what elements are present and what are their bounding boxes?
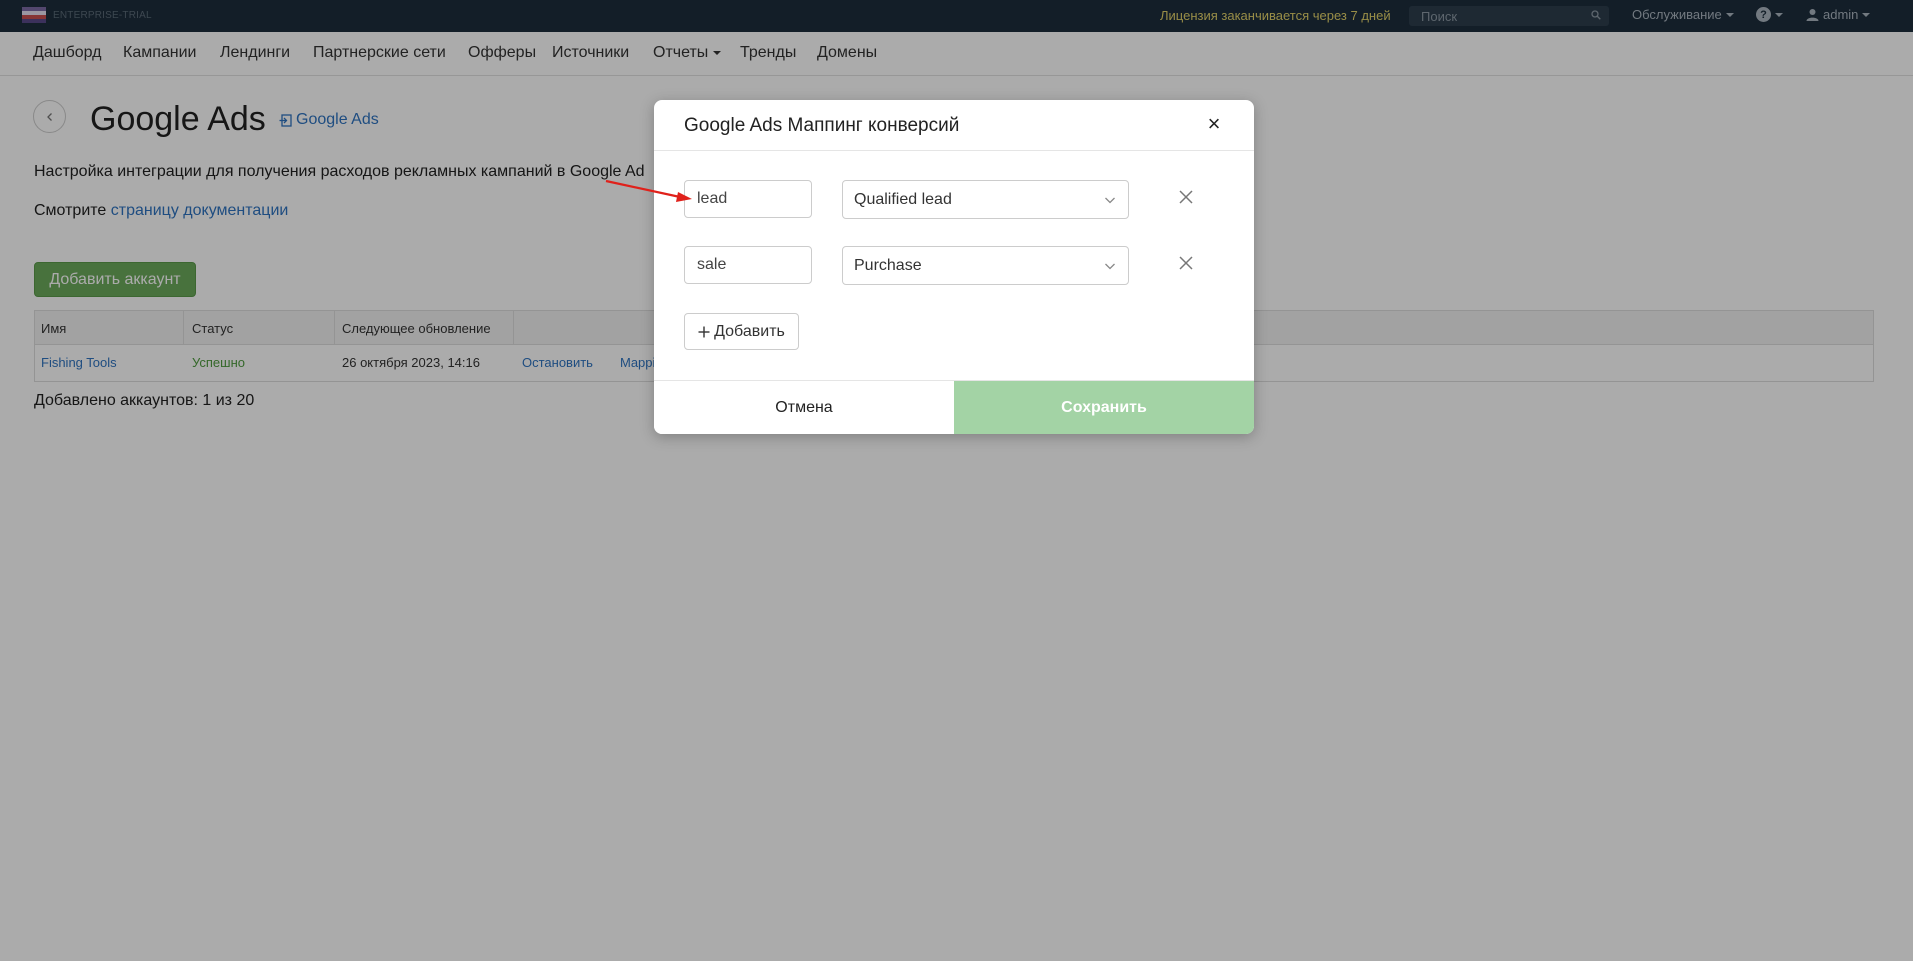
conversion-select[interactable]: Purchase [842,246,1129,285]
modal-header: Google Ads Маппинг конверсий × [654,100,1254,151]
chevron-down-icon [1105,263,1115,270]
conversion-select[interactable]: Qualified lead [842,180,1129,219]
plus-icon [698,326,710,337]
close-icon[interactable]: × [1204,113,1224,135]
mapping-row: Qualified lead [684,180,1224,220]
remove-row-icon[interactable] [1178,189,1194,205]
conversion-mapping-modal: Google Ads Маппинг конверсий × Qualified… [654,100,1254,434]
add-mapping-label: Добавить [714,322,785,340]
mapping-row: Purchase [684,246,1224,286]
modal-title: Google Ads Маппинг конверсий [684,115,960,136]
remove-row-icon[interactable] [1178,255,1194,271]
save-button[interactable]: Сохранить [954,381,1254,434]
conversion-select-value: Qualified lead [854,191,952,208]
modal-footer: Отмена Сохранить [654,380,1254,434]
conversion-select-value: Purchase [854,257,922,274]
conversion-key-input[interactable] [684,180,812,218]
cancel-button[interactable]: Отмена [654,381,954,434]
chevron-down-icon [1105,197,1115,204]
conversion-key-input[interactable] [684,246,812,284]
add-mapping-button[interactable]: Добавить [684,313,799,350]
